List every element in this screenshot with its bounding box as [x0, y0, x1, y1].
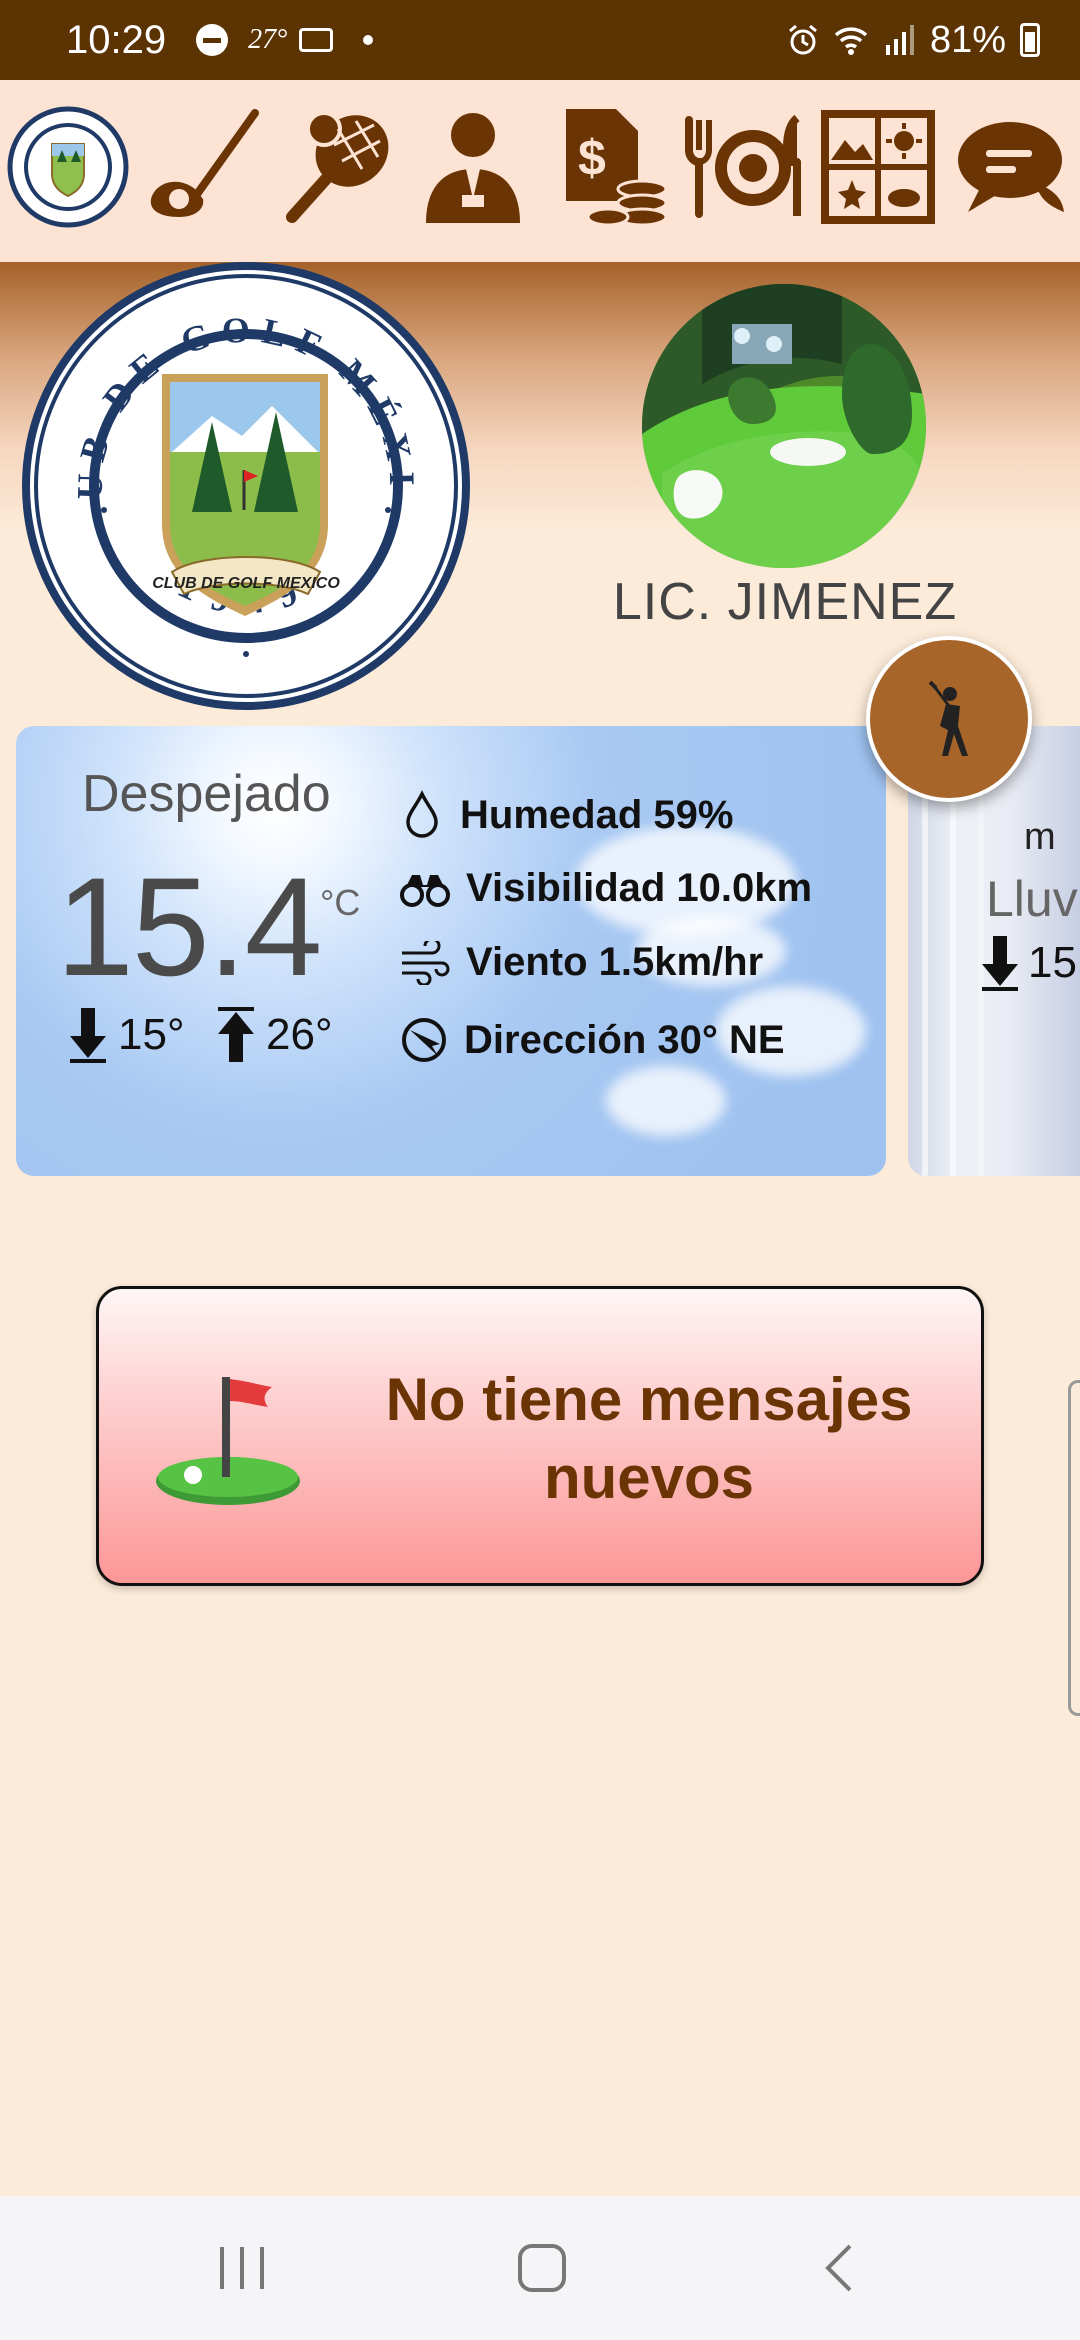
wind-icon — [402, 940, 450, 985]
weather-visibility: Visibilidad 10.0km — [400, 866, 812, 911]
wifi-icon — [834, 27, 868, 55]
top-navigation: $ — [0, 80, 1080, 262]
arrow-up-icon — [218, 1007, 254, 1062]
staff-person-icon[interactable] — [410, 102, 535, 232]
home-icon — [518, 2244, 566, 2292]
golfer-fab-button[interactable] — [866, 636, 1032, 802]
alarm-icon — [788, 24, 817, 55]
signal-icon — [885, 25, 914, 55]
binoculars-icon — [400, 874, 450, 907]
battery-percent: 81% — [929, 18, 1006, 61]
weather-min: 15° — [68, 1006, 185, 1064]
weather-next-condition: Lluv — [986, 871, 1078, 927]
chat-icon[interactable] — [948, 102, 1076, 232]
notification-dot-icon — [363, 35, 374, 45]
message-notification-icon — [299, 28, 334, 52]
status-time: 10:29 — [66, 17, 167, 62]
gallery-icon[interactable] — [815, 102, 940, 232]
recent-apps-icon — [220, 2247, 264, 2289]
status-temperature: 27° — [248, 24, 288, 55]
weather-condition: Despejado — [82, 765, 331, 823]
golf-flag-icon — [156, 1377, 300, 1505]
arrow-down-icon — [982, 936, 1018, 991]
weather-unit: °C — [320, 882, 361, 923]
system-navigation-bar — [0, 2196, 1080, 2340]
user-name: LIC. JIMENEZ — [612, 573, 958, 631]
droplet-icon — [406, 790, 438, 838]
weather-max-value: 26° — [266, 1010, 333, 1059]
weather-temperature: 15.4 — [56, 848, 322, 1005]
tennis-racket-icon[interactable] — [275, 102, 400, 232]
compass-icon — [402, 1018, 446, 1062]
club-logo-icon[interactable] — [4, 102, 132, 232]
svg-text:$: $ — [578, 130, 606, 186]
home-button[interactable] — [506, 2232, 578, 2304]
weather-wind: Viento 1.5km/hr — [400, 940, 763, 985]
no-messages-text: No tiene mensajes nuevos — [385, 1366, 913, 1511]
weather-card[interactable]: Despejado 15.4 °C 15° 26° Humedad 59% Vi… — [16, 726, 886, 1176]
avatar[interactable] — [642, 284, 926, 568]
weather-next-min: 15 — [980, 934, 1077, 992]
back-icon — [825, 2244, 852, 2292]
do-not-disturb-icon — [196, 24, 229, 56]
weather-direction: Dirección 30° NE — [400, 1016, 785, 1064]
arrow-down-icon — [70, 1008, 106, 1063]
logo-shield-text: CLUB DE GOLF MEXICO — [152, 575, 340, 592]
restaurant-icon[interactable] — [680, 102, 805, 232]
weather-min-value: 15° — [118, 1010, 185, 1059]
battery-icon — [1020, 23, 1040, 57]
recent-apps-button[interactable] — [206, 2232, 278, 2304]
weather-humidity: Humedad 59% — [400, 790, 733, 840]
status-bar: 10:29 27° 81% — [0, 0, 1080, 80]
side-panel-handle[interactable] — [1068, 1380, 1080, 1716]
back-button[interactable] — [806, 2232, 878, 2304]
club-logo: CLUB DE GOLF MÉXICO 1949 CLUB DE GOLF ME… — [22, 262, 470, 710]
golf-club-icon[interactable] — [140, 102, 265, 232]
golfer-icon — [928, 680, 968, 756]
billing-invoice-icon[interactable]: $ — [550, 102, 675, 232]
weather-max: 26° — [216, 1006, 333, 1064]
messages-banner[interactable]: No tiene mensajes nuevos — [96, 1286, 984, 1586]
weather-next-label: m — [1024, 816, 1056, 858]
